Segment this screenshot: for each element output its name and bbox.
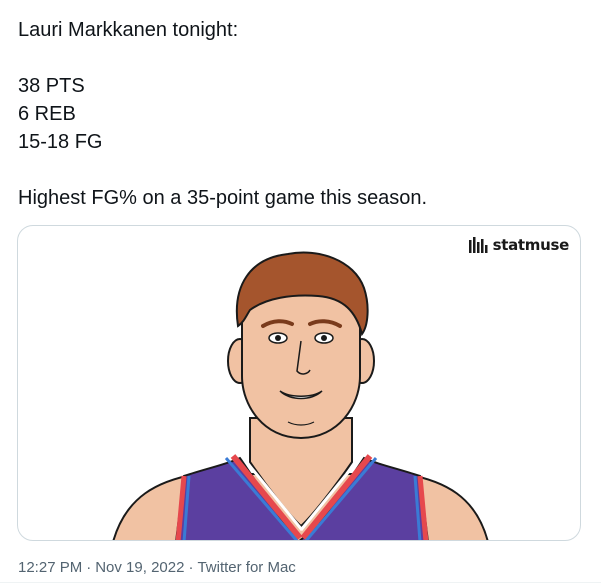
divider — [0, 582, 601, 583]
tweet-line: Lauri Markkanen tonight: — [18, 19, 239, 41]
tweet-time[interactable]: 12:27 PM — [18, 559, 82, 576]
tweet-source[interactable]: Twitter for Mac — [197, 559, 295, 576]
media-card[interactable]: statmuse — [17, 225, 581, 541]
tweet-line: 15-18 FG — [18, 131, 103, 153]
tweet-line: 6 REB — [18, 103, 76, 125]
statmuse-logo-icon — [468, 237, 488, 253]
tweet-meta: 12:27 PM · Nov 19, 2022 · Twitter for Ma… — [18, 559, 296, 576]
statmuse-brand: statmuse — [468, 236, 570, 254]
tweet-body: Lauri Markkanen tonight: 38 PTS 6 REB 15… — [18, 16, 588, 212]
meta-separator: · — [86, 559, 92, 576]
tweet-line: Highest FG% on a 35-point game this seas… — [18, 187, 428, 209]
tweet-date[interactable]: Nov 19, 2022 — [95, 559, 184, 576]
player-portrait-illustration — [112, 251, 489, 540]
tweet-line — [18, 44, 588, 72]
tweet-line: 38 PTS — [18, 75, 85, 97]
brand-label: statmuse — [492, 236, 570, 254]
tweet-line — [18, 156, 588, 184]
meta-separator: · — [188, 559, 194, 576]
